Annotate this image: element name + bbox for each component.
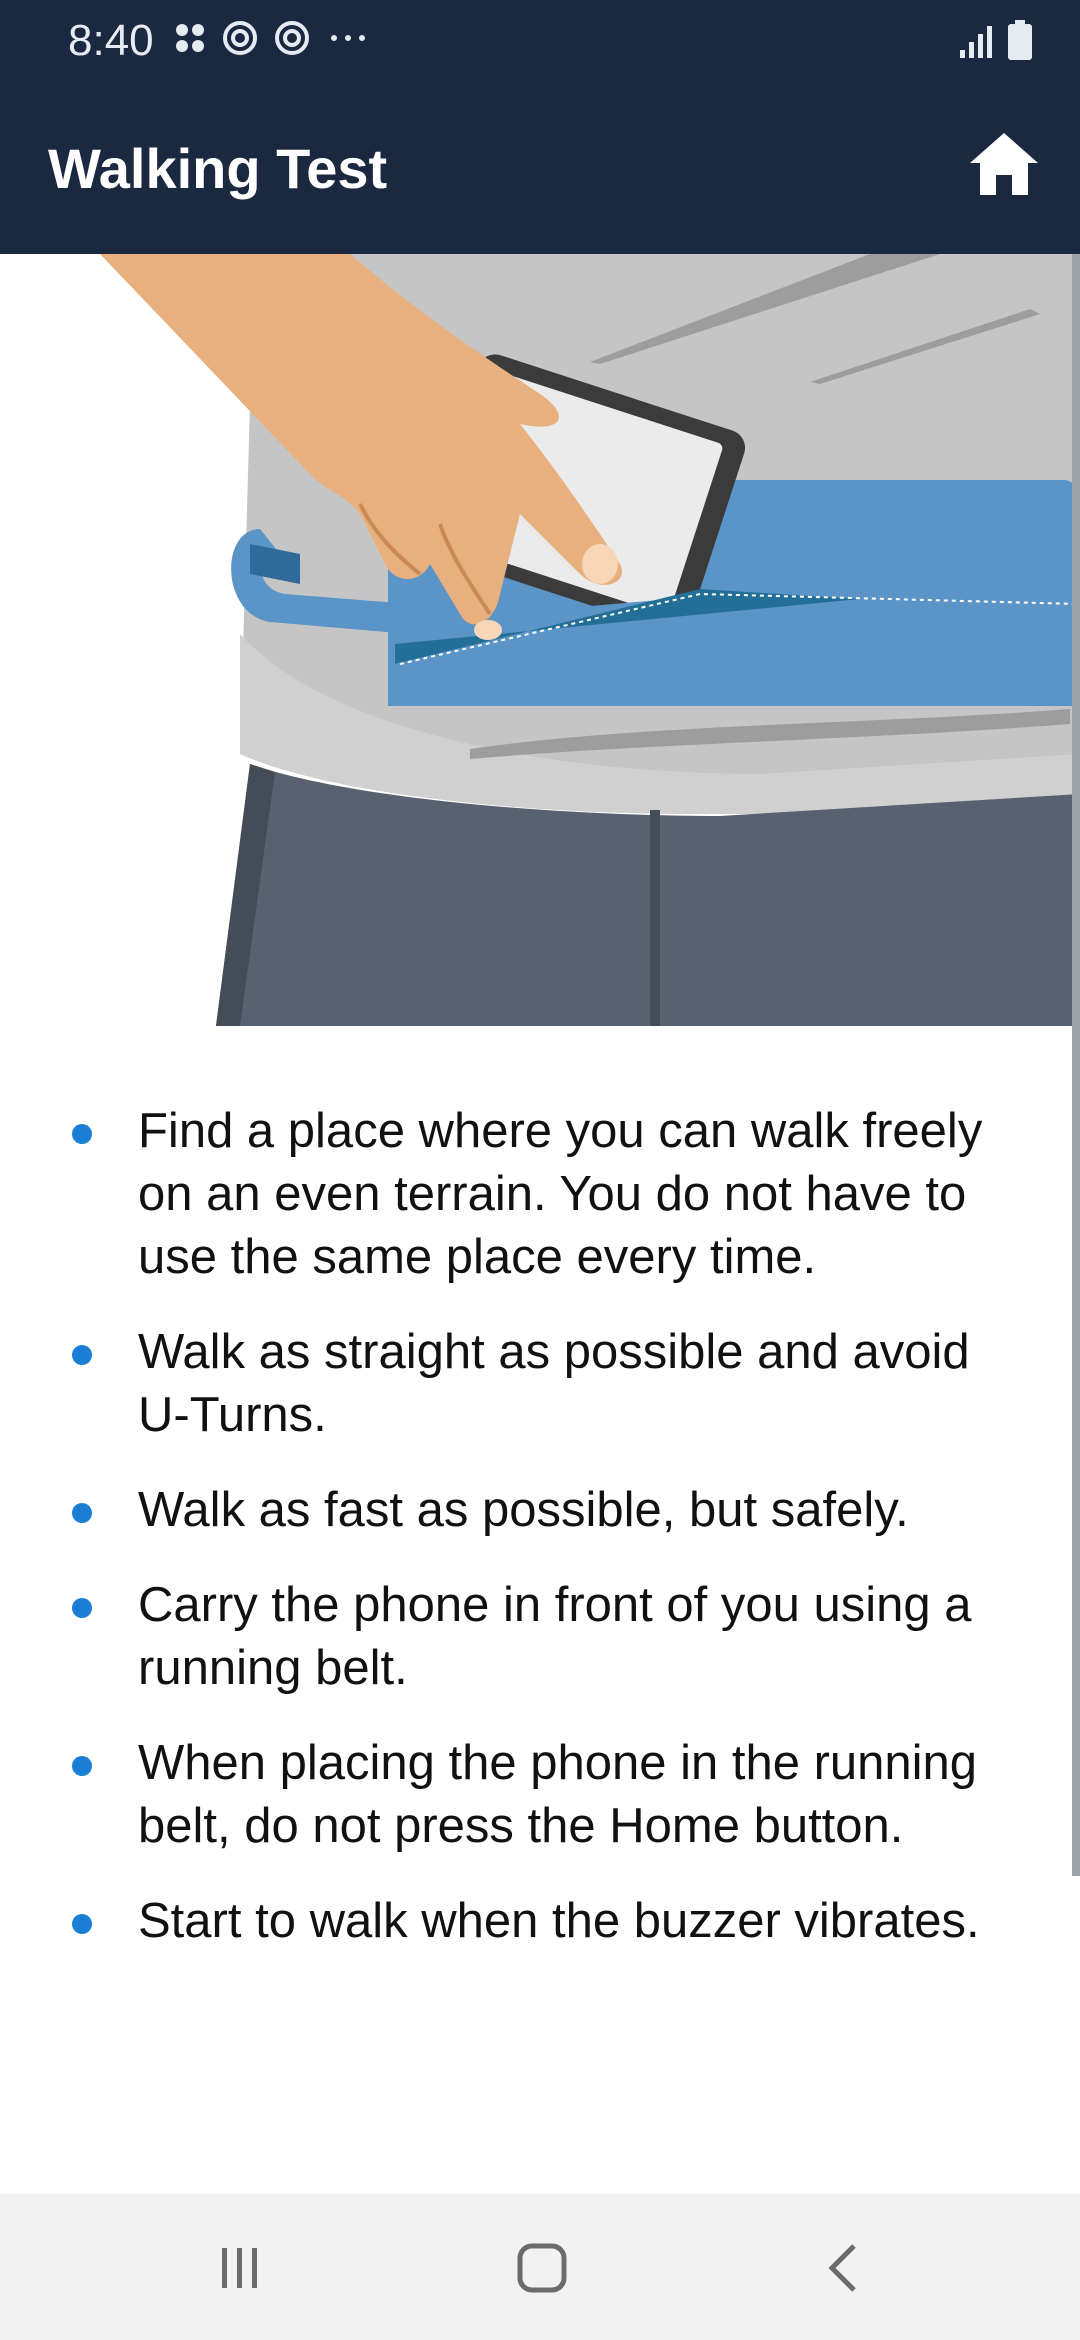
bullet-icon <box>72 1345 92 1365</box>
instruction-text: Find a place where you can walk freely o… <box>138 1104 983 1284</box>
instruction-item: Find a place where you can walk freely o… <box>0 1100 1080 1289</box>
home-icon <box>970 133 1038 195</box>
home-nav-button[interactable] <box>492 2230 592 2306</box>
instruction-item: Walk as fast as possible, but safely. <box>0 1479 1080 1542</box>
apps-icon <box>176 24 204 52</box>
status-time: 8:40 <box>68 16 154 65</box>
bullet-icon <box>72 1503 92 1523</box>
app-bar: Walking Test <box>0 84 1080 254</box>
sync-icon <box>223 21 257 55</box>
system-icons <box>958 20 1032 60</box>
instruction-text: Walk as fast as possible, but safely. <box>138 1483 909 1537</box>
recent-apps-icon <box>222 2248 257 2288</box>
status-bar: 8:40 <box>0 0 1080 84</box>
back-button[interactable] <box>794 2230 894 2306</box>
instructions-list: Find a place where you can walk freely o… <box>0 1100 1080 1953</box>
instruction-item: Start to walk when the buzzer vibrates. <box>0 1890 1080 1953</box>
instruction-text: Carry the phone in front of you using a … <box>138 1578 972 1695</box>
notification-icons <box>172 18 372 58</box>
sync-icon <box>275 21 309 55</box>
bullet-icon <box>72 1124 92 1144</box>
recent-apps-button[interactable] <box>190 2230 290 2306</box>
running-belt-illustration <box>100 254 1080 1026</box>
back-icon <box>828 2244 856 2292</box>
instruction-item: When placing the phone in the running be… <box>0 1732 1080 1858</box>
instruction-text: When placing the phone in the running be… <box>138 1736 978 1853</box>
bullet-icon <box>72 1598 92 1618</box>
instruction-text: Start to walk when the buzzer vibrates. <box>138 1894 980 1948</box>
bullet-icon <box>72 1756 92 1776</box>
signal-icon <box>960 26 992 58</box>
home-nav-icon <box>517 2243 567 2293</box>
instruction-item: Walk as straight as possible and avoid U… <box>0 1321 1080 1447</box>
battery-icon <box>1008 20 1032 60</box>
more-icon <box>331 35 365 41</box>
home-button[interactable] <box>964 124 1044 204</box>
system-nav-bar <box>0 2194 1080 2340</box>
bullet-icon <box>72 1914 92 1934</box>
hero-illustration <box>0 254 1080 1026</box>
instruction-text: Walk as straight as possible and avoid U… <box>138 1325 970 1442</box>
page-title: Walking Test <box>48 137 388 200</box>
instruction-item: Carry the phone in front of you using a … <box>0 1574 1080 1700</box>
instructions-section: Find a place where you can walk freely o… <box>0 1100 1080 1985</box>
